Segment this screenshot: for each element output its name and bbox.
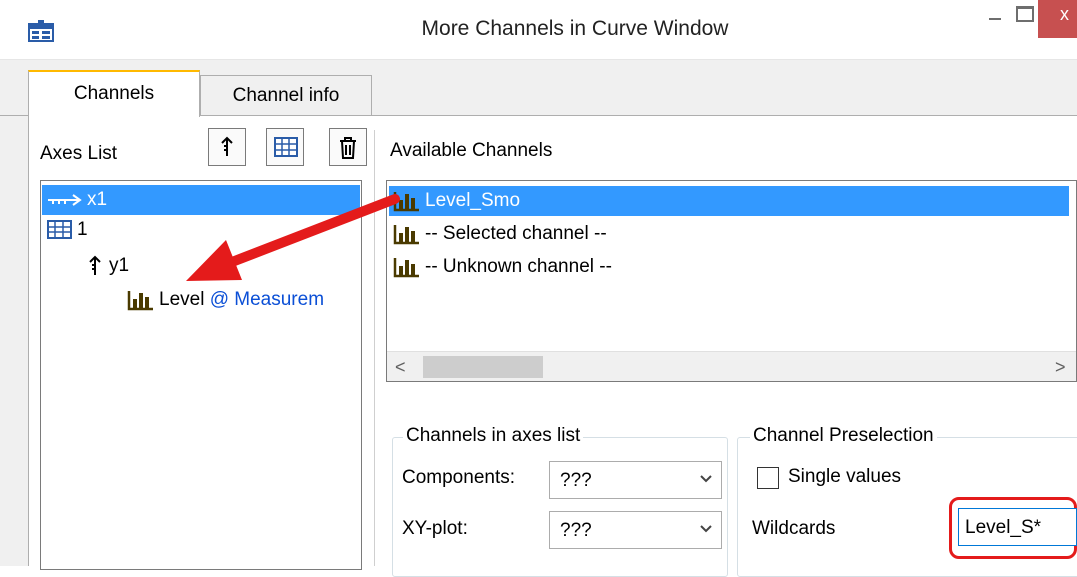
title-bar: More Channels in Curve Window x: [0, 0, 1077, 60]
measurement-link[interactable]: @ Measurem: [210, 289, 324, 310]
list-item-label: -- Selected channel --: [425, 223, 607, 244]
group-title: Channel Preselection: [750, 425, 937, 447]
list-item-selected-channel[interactable]: -- Selected channel --: [393, 219, 607, 249]
tab-channels-label: Channels: [73, 83, 155, 104]
y-axis-icon: [221, 136, 233, 156]
tree-item-label: y1: [109, 255, 130, 276]
tree-item-y1[interactable]: y1: [85, 251, 129, 281]
tab-channel-info-label: Channel info: [232, 85, 340, 106]
single-values-label: Single values: [788, 466, 902, 487]
trash-icon: [340, 137, 356, 159]
list-item-unknown-channel[interactable]: -- Unknown channel --: [393, 252, 612, 282]
scroll-right-icon[interactable]: >: [1055, 357, 1066, 378]
list-item-label: Level_Smo: [425, 190, 521, 211]
xy-plot-select[interactable]: ???: [549, 511, 722, 549]
close-icon: x: [1060, 4, 1069, 24]
components-label: Components:: [402, 467, 516, 488]
components-select[interactable]: ???: [549, 461, 722, 499]
minimize-button[interactable]: [984, 6, 1008, 26]
tree-item-channel-level[interactable]: Level @ Measurem: [127, 285, 324, 315]
close-button[interactable]: x: [1038, 0, 1077, 38]
tree-item-label: x1: [87, 189, 108, 210]
y-axis-icon: [89, 255, 101, 275]
wildcards-label: Wildcards: [752, 518, 836, 539]
delete-button[interactable]: [329, 128, 367, 166]
add-y-axis-button[interactable]: [208, 128, 246, 166]
tree-item-x1[interactable]: x1: [42, 185, 360, 215]
tab-channel-info[interactable]: Channel info: [200, 75, 372, 115]
wildcards-value: Level_S*: [965, 517, 1042, 538]
panel-divider: [374, 130, 375, 566]
maximize-button[interactable]: [1008, 0, 1038, 24]
grid-icon: [274, 137, 298, 157]
available-channels-label: Available Channels: [390, 140, 553, 161]
window-title: More Channels in Curve Window: [421, 17, 729, 40]
xy-plot-value: ???: [560, 520, 592, 541]
add-coordinate-system-button[interactable]: [266, 128, 304, 166]
list-item-label: -- Unknown channel --: [425, 256, 612, 277]
available-channels-list[interactable]: Level_Smo -- Selected channel -- -- Unkn…: [386, 180, 1077, 382]
scrollbar-thumb[interactable]: [423, 356, 543, 378]
axes-tree[interactable]: x1 1 y1 Level @ Measurem: [40, 180, 362, 570]
channels-in-axes-group: Channels in axes list: [392, 425, 728, 577]
wildcards-input[interactable]: Level_S*: [958, 508, 1077, 546]
xy-plot-label: XY-plot:: [402, 518, 468, 539]
tree-item-coordinate-system-1[interactable]: 1: [47, 215, 88, 245]
group-title: Channels in axes list: [403, 425, 584, 447]
axes-list-label: Axes List: [40, 143, 118, 164]
channel-icon: [393, 224, 419, 245]
tree-item-label: 1: [77, 219, 88, 240]
channel-icon: [393, 257, 419, 278]
tree-item-label: Level: [159, 289, 205, 310]
list-item-level-smo[interactable]: Level_Smo: [389, 186, 1069, 216]
x-axis-icon: [48, 194, 82, 206]
horizontal-scrollbar[interactable]: < >: [387, 351, 1076, 381]
scroll-left-icon[interactable]: <: [395, 357, 406, 378]
chevron-down-icon: [700, 525, 712, 533]
components-value: ???: [560, 470, 592, 491]
channel-icon: [393, 191, 419, 212]
single-values-checkbox[interactable]: [757, 467, 779, 489]
chevron-down-icon: [700, 475, 712, 483]
grid-icon: [47, 219, 72, 239]
channel-icon: [127, 290, 153, 311]
tab-channels[interactable]: Channels: [28, 70, 200, 117]
